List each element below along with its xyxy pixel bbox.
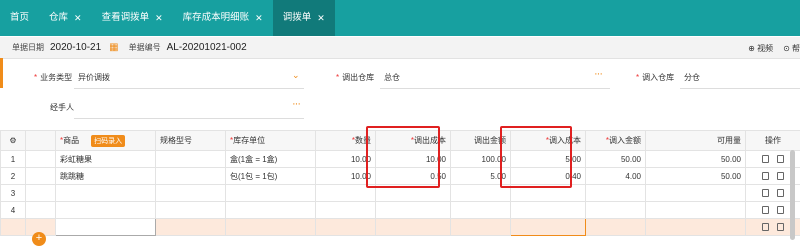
- close-icon[interactable]: ✕: [255, 0, 263, 36]
- tab-label: 查看调拨单: [102, 0, 150, 36]
- col-unit: *库存单位: [226, 131, 316, 151]
- tab-view-transfer[interactable]: 查看调拨单✕: [92, 0, 173, 36]
- out-cost-highlight: [366, 126, 440, 188]
- in-cost-input[interactable]: [511, 219, 586, 236]
- number-value: AL-20201021-002: [167, 42, 247, 53]
- tab-inventory-cost-ledger[interactable]: 库存成本明细账✕: [173, 0, 273, 36]
- col-product: *商品扫码录入: [56, 131, 156, 151]
- delete-icon[interactable]: [762, 155, 769, 163]
- col-label: 库存单位: [233, 136, 265, 145]
- date-label: 单据日期: [12, 42, 44, 53]
- close-icon[interactable]: ✕: [74, 0, 82, 36]
- add-row-button[interactable]: +: [32, 232, 46, 246]
- col-label: 商品: [63, 136, 79, 145]
- close-icon[interactable]: ✕: [155, 0, 163, 36]
- spec-cell[interactable]: [156, 151, 226, 168]
- product-cell[interactable]: 跳跳糖: [56, 168, 156, 185]
- scan-entry-button[interactable]: 扫码录入: [91, 135, 125, 147]
- copy-icon[interactable]: [777, 223, 784, 231]
- product-cell[interactable]: [56, 185, 156, 202]
- tab-bar: 首页 仓库✕ 查看调拨单✕ 库存成本明细账✕ 调拨单✕: [0, 0, 800, 36]
- unit-cell[interactable]: 盒(1盒 = 1盒): [226, 151, 316, 168]
- tab-label: 仓库: [49, 0, 68, 36]
- more-icon[interactable]: ···: [594, 68, 602, 80]
- col-in-amount: *调入金额: [586, 131, 646, 151]
- header-form: *业务类型 异价调拨 ⌄ *调出仓库 总仓 ··· *调入仓库 分仓 经手人 ·…: [0, 60, 800, 126]
- copy-icon[interactable]: [777, 155, 784, 163]
- product-input[interactable]: [56, 219, 156, 236]
- unit-cell[interactable]: 包(1包 = 1包): [226, 168, 316, 185]
- tab-label: 首页: [10, 0, 29, 36]
- vertical-scrollbar[interactable]: [790, 150, 795, 240]
- chevron-down-icon[interactable]: ⌄: [292, 70, 300, 81]
- copy-icon[interactable]: [777, 172, 784, 180]
- out-warehouse-field[interactable]: *调出仓库 总仓 ···: [336, 72, 606, 83]
- product-cell[interactable]: [56, 202, 156, 219]
- new-row: [1, 219, 800, 236]
- spec-cell[interactable]: [156, 168, 226, 185]
- copy-icon[interactable]: [777, 206, 784, 214]
- video-button[interactable]: ⊕ 视频: [748, 43, 773, 54]
- col-label: 调入金额: [609, 136, 641, 145]
- row-number: 3: [1, 185, 26, 202]
- tab-label: 库存成本明细账: [183, 0, 250, 36]
- row-number: 2: [1, 168, 26, 185]
- business-type-field[interactable]: *业务类型 异价调拨 ⌄: [34, 72, 304, 83]
- delete-icon[interactable]: [762, 189, 769, 197]
- in-amount-cell[interactable]: 50.00: [586, 151, 646, 168]
- delete-icon[interactable]: [762, 206, 769, 214]
- product-cell[interactable]: 彩虹糖果: [56, 151, 156, 168]
- available-cell: 50.00: [646, 151, 746, 168]
- row-number: 4: [1, 202, 26, 219]
- document-header: 单据日期 2020-10-21 ▦ 单据编号 AL-20201021-002 ⊕…: [0, 37, 800, 59]
- in-warehouse-label: 调入仓库: [642, 73, 674, 82]
- help-label: 帮: [792, 44, 800, 53]
- table-row: 4: [1, 202, 800, 219]
- out-warehouse-label: 调出仓库: [342, 73, 374, 82]
- in-warehouse-field[interactable]: *调入仓库 分仓: [636, 72, 800, 83]
- close-icon[interactable]: ✕: [317, 0, 325, 36]
- out-warehouse-value: 总仓: [384, 72, 400, 83]
- video-label: 视频: [757, 44, 773, 53]
- date-value[interactable]: 2020-10-21: [50, 42, 101, 53]
- in-cost-highlight: [500, 126, 572, 188]
- copy-icon[interactable]: [777, 189, 784, 197]
- settings-icon[interactable]: ⚙: [1, 131, 26, 151]
- col-ops: 操作: [746, 131, 800, 151]
- more-icon[interactable]: ···: [292, 98, 300, 110]
- tab-home[interactable]: 首页: [0, 0, 39, 36]
- tab-warehouse[interactable]: 仓库✕: [39, 0, 92, 36]
- in-amount-cell[interactable]: 4.00: [586, 168, 646, 185]
- delete-icon[interactable]: [762, 172, 769, 180]
- business-type-value: 异价调拨: [78, 72, 110, 83]
- col-spec: 规格型号: [156, 131, 226, 151]
- handler-field[interactable]: 经手人 ···: [50, 102, 310, 113]
- delete-icon[interactable]: [762, 223, 769, 231]
- handler-label: 经手人: [50, 103, 74, 112]
- tab-label: 调拨单: [283, 0, 312, 36]
- business-type-label: 业务类型: [40, 73, 72, 82]
- calendar-icon[interactable]: ▦: [109, 42, 118, 53]
- row-number: 1: [1, 151, 26, 168]
- help-button[interactable]: ⊙ 帮: [783, 43, 800, 54]
- in-warehouse-value: 分仓: [684, 72, 700, 83]
- col-available: 可用量: [646, 131, 746, 151]
- number-label: 单据编号: [129, 42, 161, 53]
- available-cell: 50.00: [646, 168, 746, 185]
- tab-transfer-order[interactable]: 调拨单✕: [273, 0, 335, 36]
